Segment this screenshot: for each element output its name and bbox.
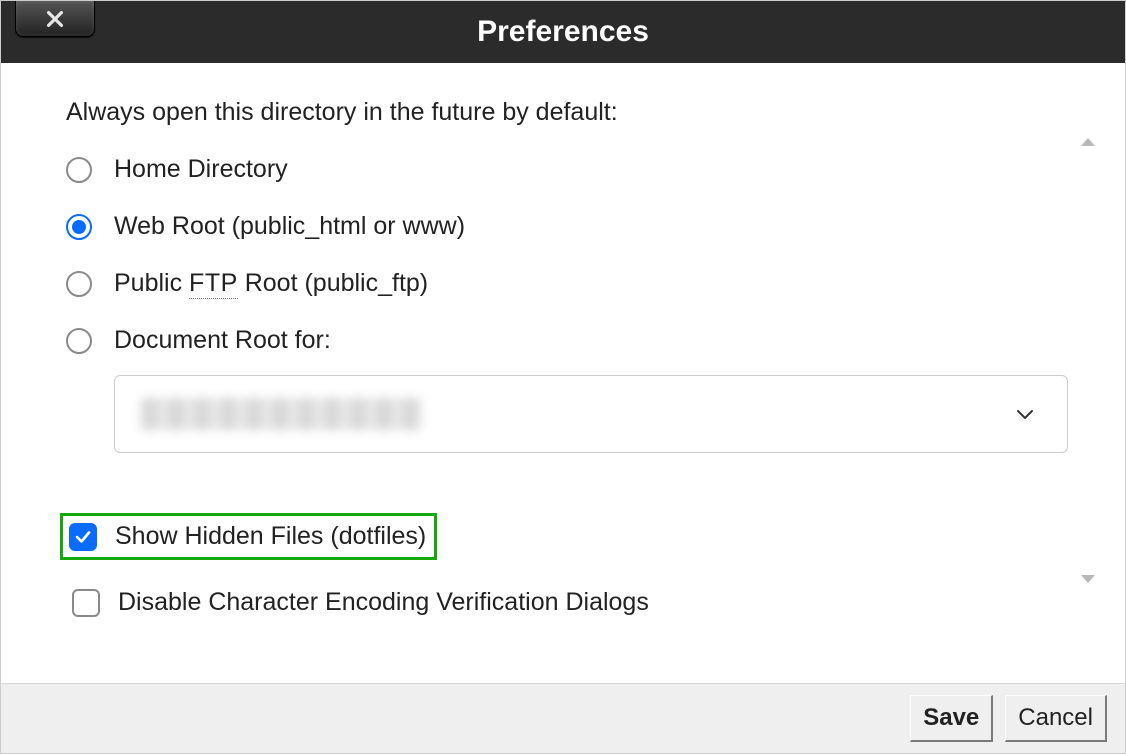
dialog-title: Preferences	[1, 15, 1125, 49]
scroll-down-icon	[1081, 575, 1095, 583]
close-icon	[44, 8, 66, 30]
checkbox-icon	[72, 589, 100, 617]
checkbox-icon	[69, 523, 97, 551]
scroll-up-icon	[1081, 138, 1095, 146]
radio-icon	[66, 214, 92, 240]
document-root-select[interactable]	[114, 375, 1068, 453]
dialog-body: Always open this directory in the future…	[1, 63, 1125, 683]
ftp-abbr: FTP	[189, 269, 238, 299]
radio-icon	[66, 157, 92, 183]
radio-web-root[interactable]: Web Root (public_html or www)	[66, 212, 1070, 241]
radio-label: Home Directory	[114, 155, 288, 184]
close-button[interactable]	[15, 1, 95, 37]
titlebar: Preferences	[1, 1, 1125, 63]
preferences-dialog: Preferences Always open this directory i…	[0, 0, 1126, 754]
radio-home-directory[interactable]: Home Directory	[66, 155, 1070, 184]
radio-public-ftp-root[interactable]: Public FTP Root (public_ftp)	[66, 269, 1070, 298]
checkbox-show-hidden-files[interactable]: Show Hidden Files (dotfiles)	[60, 513, 437, 560]
select-value-redacted	[141, 398, 421, 430]
save-button[interactable]: Save	[910, 695, 993, 742]
radio-label: Web Root (public_html or www)	[114, 212, 465, 241]
radio-document-root[interactable]: Document Root for:	[66, 326, 1070, 355]
dialog-footer: Save Cancel	[1, 683, 1125, 753]
cancel-button[interactable]: Cancel	[1005, 695, 1107, 742]
radio-label: Document Root for:	[114, 326, 331, 355]
radio-icon	[66, 328, 92, 354]
radio-label: Public FTP Root (public_ftp)	[114, 269, 428, 298]
checkmark-icon	[74, 528, 92, 546]
document-root-select-wrap	[114, 375, 1068, 453]
checkbox-label: Disable Character Encoding Verification …	[118, 588, 649, 617]
checkbox-disable-encoding-dialogs[interactable]: Disable Character Encoding Verification …	[66, 582, 1070, 623]
section-heading: Always open this directory in the future…	[66, 98, 1070, 127]
radio-icon	[66, 271, 92, 297]
checkbox-label: Show Hidden Files (dotfiles)	[115, 522, 426, 551]
chevron-down-icon	[1013, 402, 1037, 426]
